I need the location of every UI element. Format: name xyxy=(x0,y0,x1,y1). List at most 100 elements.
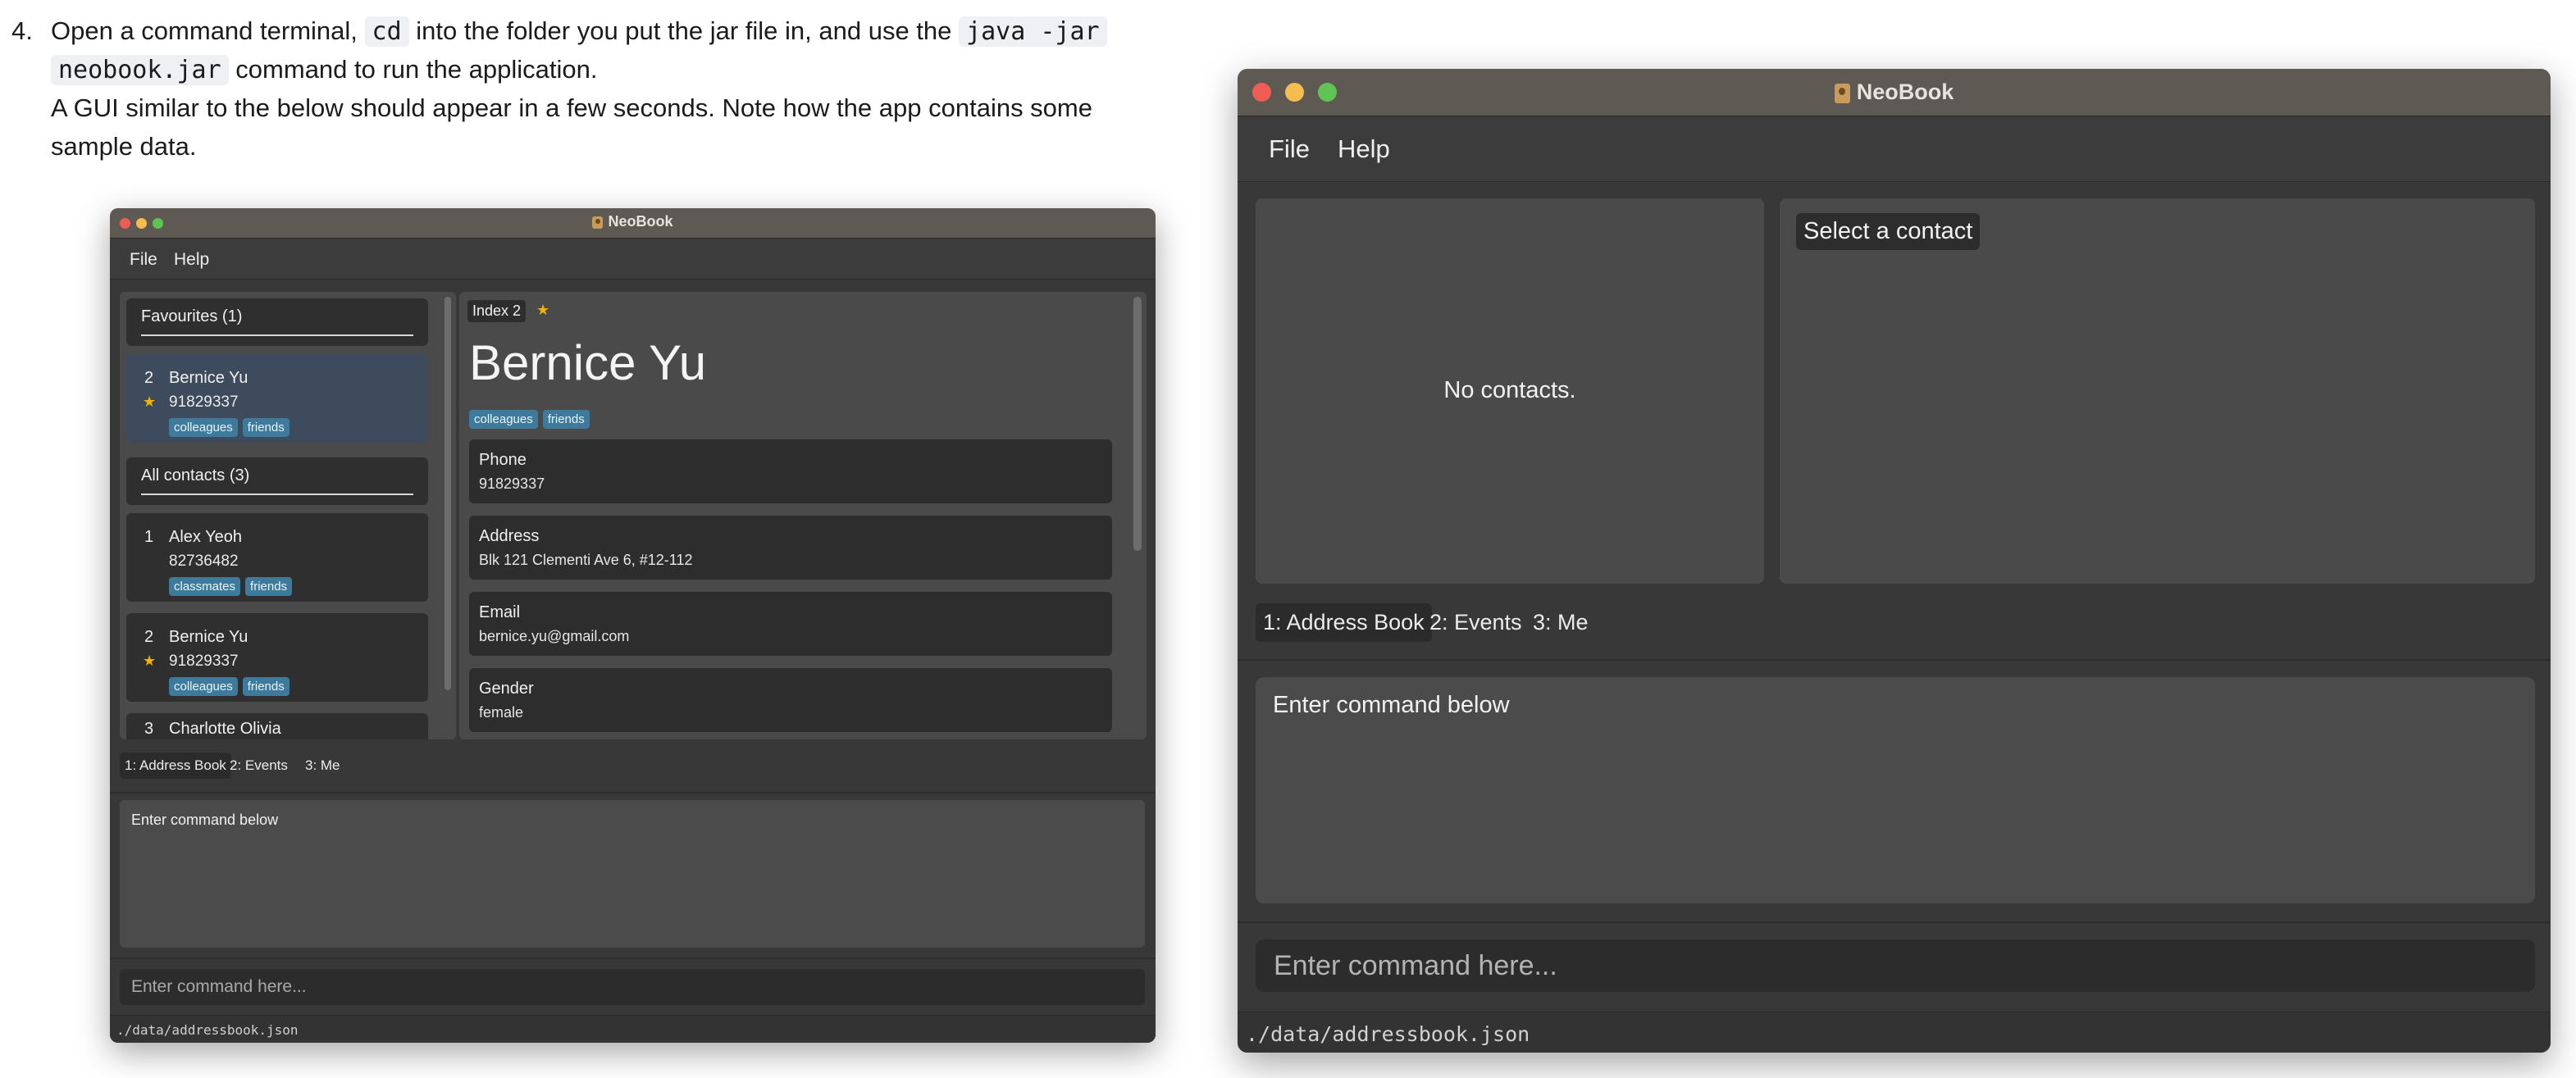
menu-bar: File Help xyxy=(110,239,1156,280)
divider xyxy=(1238,659,2551,661)
menu-bar: File Help xyxy=(1238,116,2551,182)
field-value: bernice.yu@gmail.com xyxy=(479,628,630,644)
divider xyxy=(110,792,1156,794)
tag: friends xyxy=(242,418,290,437)
detail-field-email: Email bernice.yu@gmail.com xyxy=(469,592,1112,656)
detail-tag-list: colleagues friends xyxy=(469,410,590,429)
window-title: NeoBook xyxy=(110,213,1156,230)
detail-field-address: Address Blk 121 Clementi Ave 6, #12-112 xyxy=(469,516,1112,580)
tag: colleagues xyxy=(469,410,538,429)
tag: friends xyxy=(245,577,293,596)
contact-index: 3 xyxy=(144,720,154,738)
window-title-text: NeoBook xyxy=(1856,80,1954,104)
command-input[interactable] xyxy=(1256,939,2535,992)
menu-help[interactable]: Help xyxy=(174,250,209,270)
contact-name: Bernice Yu xyxy=(169,369,248,387)
menu-file[interactable]: File xyxy=(1269,134,1310,164)
tag-list: colleagues friends xyxy=(169,677,290,696)
result-text: Enter command below xyxy=(1273,692,1510,718)
contact-index: 2 xyxy=(144,369,154,387)
tag: colleagues xyxy=(169,677,238,696)
field-label: Gender xyxy=(479,680,534,698)
favourites-header: Favourites (1) xyxy=(126,298,428,346)
contact-phone: 91829337 xyxy=(169,393,239,411)
app-icon xyxy=(1834,83,1850,103)
tag: colleagues xyxy=(169,418,238,437)
code-jar-file: neobook.jar xyxy=(51,55,229,85)
contact-phone: 91829337 xyxy=(169,653,239,670)
detail-field-phone: Phone 91829337 xyxy=(469,439,1112,503)
field-label: Email xyxy=(479,603,521,621)
detail-index-badge: Index 2 xyxy=(467,300,527,322)
title-bar: NeoBook xyxy=(110,208,1156,239)
contact-index: 2 xyxy=(144,628,154,646)
contact-detail-panel[interactable]: Index 2 ★ Bernice Yu colleagues friends … xyxy=(459,292,1147,739)
detail-scrollbar[interactable] xyxy=(1133,297,1142,551)
instruction-text: into the folder you put the jar file in,… xyxy=(408,16,960,45)
tag-list: colleagues friends xyxy=(169,418,290,437)
contact-list-panel[interactable]: Favourites (1) 2 Bernice Yu ★ 91829337 c… xyxy=(120,292,456,739)
instruction-line-4: sample data. xyxy=(51,132,197,161)
menu-file[interactable]: File xyxy=(130,250,157,270)
contact-list-panel[interactable]: No contacts. xyxy=(1256,198,1764,584)
step-number: 4. xyxy=(11,16,33,45)
contact-card[interactable]: 2 Bernice Yu ★ 91829337 colleagues frien… xyxy=(126,613,428,702)
contact-index: 1 xyxy=(144,528,154,546)
status-bar: ./data/addressbook.json xyxy=(1238,1012,2551,1053)
tab-address-book[interactable]: 1: Address Book xyxy=(120,753,231,779)
instruction-text: command to run the application. xyxy=(228,55,598,84)
field-value: female xyxy=(479,704,524,721)
contact-card[interactable]: 3 Charlotte Olivia xyxy=(126,713,428,739)
status-file-path: ./data/addressbook.json xyxy=(116,1022,299,1038)
neobook-window-empty: NeoBook File Help No contacts. Select a … xyxy=(1238,69,2551,1053)
empty-list-message: No contacts. xyxy=(1443,377,1576,403)
window-title: NeoBook xyxy=(1238,80,2551,105)
tab-me[interactable]: 3: Me xyxy=(1525,603,1596,642)
instruction-line-3: A GUI similar to the below should appear… xyxy=(51,93,1092,122)
instruction-text: Open a command terminal, xyxy=(51,16,365,45)
status-bar: ./data/addressbook.json xyxy=(110,1015,1156,1043)
detail-field-gender: Gender female xyxy=(469,668,1112,732)
tab-events[interactable]: 2: Events xyxy=(1422,603,1530,642)
contact-name: Charlotte Olivia xyxy=(169,720,281,738)
tag: classmates xyxy=(169,577,241,596)
favourite-star-icon: ★ xyxy=(536,302,550,318)
title-bar: NeoBook xyxy=(1238,69,2551,116)
tab-me[interactable]: 3: Me xyxy=(300,753,345,779)
favourite-star-icon: ★ xyxy=(143,653,157,669)
contact-name: Alex Yeoh xyxy=(169,528,242,546)
tag-list: classmates friends xyxy=(169,577,293,596)
tab-events[interactable]: 2: Events xyxy=(225,753,293,779)
list-scrollbar[interactable] xyxy=(445,297,451,690)
header-underline xyxy=(141,334,413,336)
divider xyxy=(1238,921,2551,923)
favourite-star-icon: ★ xyxy=(143,393,157,410)
window-title-text: NeoBook xyxy=(608,213,673,230)
tag: friends xyxy=(542,410,590,429)
field-label: Address xyxy=(479,527,540,545)
contact-detail-panel[interactable]: Select a contact xyxy=(1780,198,2535,584)
contact-card[interactable]: 1 Alex Yeoh 82736482 classmates friends xyxy=(126,513,428,602)
tag: friends xyxy=(242,677,290,696)
field-label: Phone xyxy=(479,451,527,469)
all-contacts-header-label: All contacts (3) xyxy=(141,466,250,484)
instruction-line-2: neobook.jar command to run the applicati… xyxy=(51,50,597,89)
result-display: Enter command below xyxy=(120,800,1145,948)
code-cd: cd xyxy=(364,16,409,47)
favourite-contact-card[interactable]: 2 Bernice Yu ★ 91829337 colleagues frien… xyxy=(126,354,428,443)
contact-phone: 82736482 xyxy=(169,553,239,570)
status-file-path: ./data/addressbook.json xyxy=(1246,1022,1530,1046)
result-display: Enter command below xyxy=(1256,677,2535,903)
command-input[interactable] xyxy=(120,969,1145,1005)
field-value: 91829337 xyxy=(479,475,545,492)
contact-name: Bernice Yu xyxy=(169,628,248,646)
neobook-window-sample: NeoBook File Help Favourites (1) 2 Berni… xyxy=(110,208,1156,1043)
divider xyxy=(110,957,1156,959)
all-contacts-header: All contacts (3) xyxy=(126,457,428,505)
favourites-header-label: Favourites (1) xyxy=(141,307,243,325)
result-text: Enter command below xyxy=(131,812,279,828)
detail-contact-name: Bernice Yu xyxy=(469,335,707,390)
app-icon xyxy=(592,216,604,229)
tab-address-book[interactable]: 1: Address Book xyxy=(1256,603,1432,642)
menu-help[interactable]: Help xyxy=(1338,134,1390,164)
